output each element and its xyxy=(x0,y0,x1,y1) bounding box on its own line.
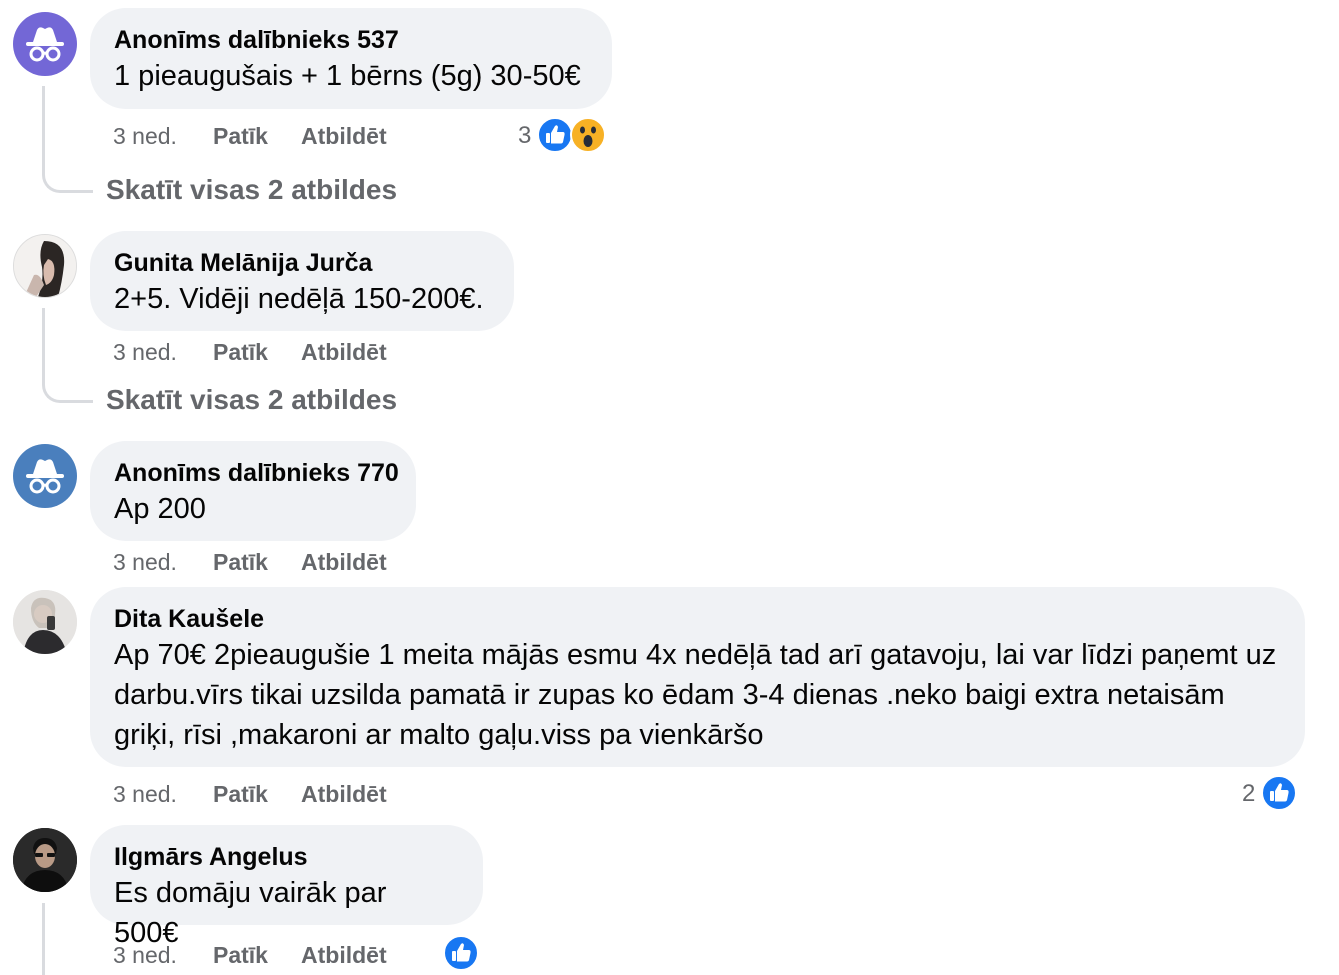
like-button[interactable]: Patīk xyxy=(213,779,301,809)
comment-author[interactable]: Dita Kaušele xyxy=(114,605,1279,633)
reaction-count[interactable]: 2 xyxy=(1242,779,1255,809)
thread-line xyxy=(42,308,93,403)
avatar[interactable] xyxy=(13,234,77,298)
profile-photo xyxy=(14,235,76,297)
reply-button[interactable]: Atbildēt xyxy=(301,121,387,151)
thread-line xyxy=(42,903,45,975)
anonymous-icon xyxy=(26,459,64,494)
like-button[interactable]: Patīk xyxy=(213,940,301,970)
comment-bubble: Dita Kaušele Ap 70€ 2pieaugušie 1 meita … xyxy=(90,587,1305,767)
comment-actions: 3 ned. Patīk Atbildēt xyxy=(113,547,387,577)
reply-button[interactable]: Atbildēt xyxy=(301,779,387,809)
comment-bubble: Gunita Melānija Jurča 2+5. Vidēji nedēļā… xyxy=(90,231,514,331)
reply-button[interactable]: Atbildēt xyxy=(301,337,387,367)
wow-icon[interactable] xyxy=(570,117,606,153)
comment-text: 2+5. Vidēji nedēļā 150-200€. xyxy=(114,283,484,315)
timestamp-link[interactable]: 3 ned. xyxy=(113,779,213,809)
reply-button[interactable]: Atbildēt xyxy=(301,547,387,577)
timestamp-link[interactable]: 3 ned. xyxy=(113,940,213,970)
avatar[interactable] xyxy=(13,590,77,654)
comment-text: Ap 70€ 2pieaugušie 1 meita mājās esmu 4x… xyxy=(114,639,1277,751)
avatar[interactable] xyxy=(13,12,77,76)
like-icon[interactable] xyxy=(537,117,573,153)
thread-line xyxy=(42,86,93,193)
like-button[interactable]: Patīk xyxy=(213,121,301,151)
comment-actions: 3 ned. Patīk Atbildēt xyxy=(113,121,387,151)
comment-bubble: Anonīms dalībnieks 537 1 pieaugušais + 1… xyxy=(90,8,612,109)
comment-bubble: Ilgmārs Angelus Es domāju vairāk par 500… xyxy=(90,825,483,949)
like-icon[interactable] xyxy=(443,935,479,971)
view-replies-link[interactable]: Skatīt visas 2 atbildes xyxy=(106,384,397,416)
reaction-count[interactable]: 3 xyxy=(518,121,531,151)
comment-actions: 3 ned. Patīk Atbildēt xyxy=(113,337,387,367)
profile-photo xyxy=(13,590,77,654)
timestamp-link[interactable]: 3 ned. xyxy=(113,121,213,151)
comment-actions: 3 ned. Patīk Atbildēt xyxy=(113,940,387,970)
comment-actions: 3 ned. Patīk Atbildēt xyxy=(113,779,387,809)
like-button[interactable]: Patīk xyxy=(213,337,301,367)
comment-text: 1 pieaugušais + 1 bērns (5g) 30-50€ xyxy=(114,60,581,92)
reply-button[interactable]: Atbildēt xyxy=(301,940,387,970)
anonymous-icon xyxy=(26,27,64,62)
comment-text: Ap 200 xyxy=(114,493,206,525)
profile-photo xyxy=(13,828,77,892)
comment-author[interactable]: Anonīms dalībnieks 770 xyxy=(114,459,399,487)
view-replies-link[interactable]: Skatīt visas 2 atbildes xyxy=(106,174,397,206)
comment-author[interactable]: Ilgmārs Angelus xyxy=(114,843,457,871)
like-button[interactable]: Patīk xyxy=(213,547,301,577)
like-icon[interactable] xyxy=(1261,775,1297,811)
avatar[interactable] xyxy=(13,828,77,892)
avatar[interactable] xyxy=(13,444,77,508)
comment-author[interactable]: Gunita Melānija Jurča xyxy=(114,249,488,277)
comment-author[interactable]: Anonīms dalībnieks 537 xyxy=(114,26,586,54)
comment-bubble: Anonīms dalībnieks 770 Ap 200 xyxy=(90,441,416,541)
timestamp-link[interactable]: 3 ned. xyxy=(113,547,213,577)
timestamp-link[interactable]: 3 ned. xyxy=(113,337,213,367)
